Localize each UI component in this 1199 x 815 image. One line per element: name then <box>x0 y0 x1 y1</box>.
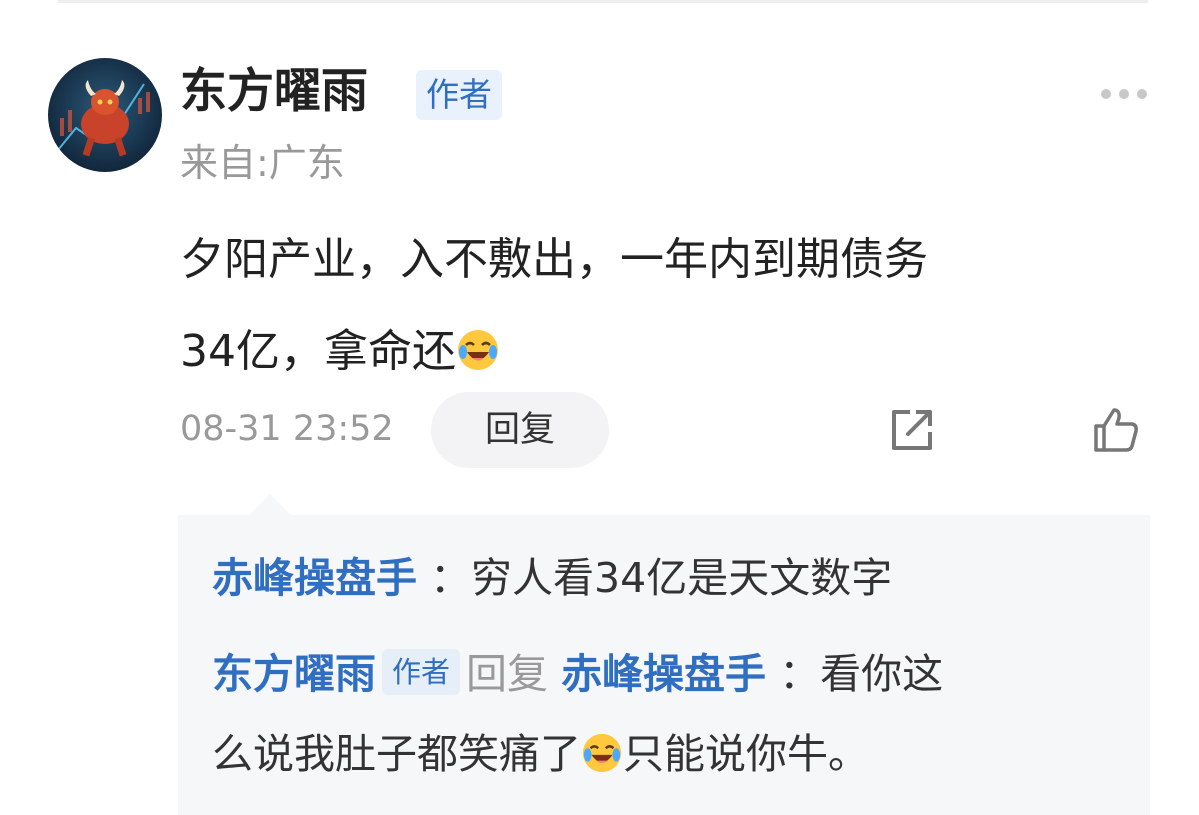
laughing-crying-emoji-icon <box>458 330 498 370</box>
timestamp: 08-31 23:52 <box>180 409 394 449</box>
comment-content: 夕阳产业，入不敷出，一年内到期债务 34亿，拿命还 <box>180 214 1140 398</box>
reply-author-badge: 作者 <box>382 649 461 695</box>
reply-item[interactable]: 赤峰操盘手 ：穷人看34亿是天文数字 <box>212 538 1132 618</box>
laughing-crying-emoji-icon <box>582 733 622 773</box>
comment-text-line1: 夕阳产业，入不敷出，一年内到期债务 <box>180 234 928 285</box>
more-icon[interactable] <box>1098 86 1150 102</box>
avatar[interactable] <box>48 58 162 172</box>
reply-pointer <box>248 494 292 516</box>
comment-text-line2: 34亿，拿命还 <box>180 326 456 377</box>
reply-item[interactable]: 东方曜雨 作者 回复 赤峰操盘手 ：看你这 么说我肚子都笑痛了 只能说你牛。 <box>212 634 1132 794</box>
reply-text-part1: 看你这 <box>820 650 944 698</box>
reply-user[interactable]: 东方曜雨 <box>212 650 376 698</box>
bull-avatar-icon <box>57 80 150 157</box>
reply-target-user[interactable]: 赤峰操盘手 <box>561 650 766 698</box>
reply-word: 回复 <box>466 650 549 698</box>
reply-separator: ： <box>779 650 821 698</box>
reply-text: 穷人看34亿是天文数字 <box>471 554 893 602</box>
location: 来自:广东 <box>180 141 345 185</box>
reply-text-part3: 只能说你牛。 <box>623 730 869 778</box>
reply-separator: ： <box>430 554 472 602</box>
share-icon[interactable] <box>886 404 938 456</box>
thumbs-up-icon[interactable] <box>1090 404 1142 456</box>
top-divider <box>58 0 1148 3</box>
reply-text-part2: 么说我肚子都笑痛了 <box>212 730 581 778</box>
reply-button[interactable]: 回复 <box>431 392 609 468</box>
author-name[interactable]: 东方曜雨 <box>180 62 368 122</box>
author-badge: 作者 <box>416 70 502 120</box>
reply-user[interactable]: 赤峰操盘手 <box>212 554 417 602</box>
